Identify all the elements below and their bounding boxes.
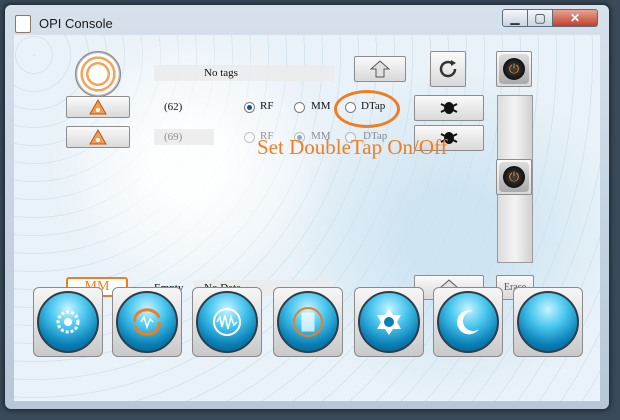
waveform-button[interactable] <box>192 287 262 357</box>
power-icon: ⏻ <box>503 58 525 80</box>
tag-field <box>154 65 334 81</box>
row1-label-rf: RF <box>260 100 274 112</box>
sleep-icon <box>457 310 479 335</box>
bug-button-1[interactable] <box>414 95 484 121</box>
minimize-button[interactable]: ▁ <box>502 9 528 27</box>
bug-icon <box>440 102 458 114</box>
power-button-top[interactable]: ⏻ <box>496 51 532 87</box>
tag-text: No tags <box>204 67 238 79</box>
window-title: OPI Console <box>39 16 113 31</box>
arrow-up-icon <box>370 60 390 78</box>
power-icon: ⏻ <box>503 166 525 188</box>
gear-icon <box>56 310 80 334</box>
row1-radio-rf[interactable] <box>244 102 255 113</box>
sync-icon <box>133 308 161 336</box>
warning-icon <box>89 99 107 115</box>
refresh-icon <box>439 60 457 78</box>
settings-button[interactable] <box>354 287 424 357</box>
row2-radio-rf[interactable] <box>244 132 255 143</box>
close-button[interactable]: ✕ <box>552 9 598 27</box>
title-bar[interactable]: OPI Console ▁ ▢ ✕ <box>5 5 609 35</box>
refresh-button[interactable] <box>430 51 466 87</box>
blank-orb-icon <box>517 291 579 353</box>
annotation-text: Set DoubleTap On/Off <box>257 135 448 159</box>
sleep-button[interactable] <box>433 287 503 357</box>
warning-button-1[interactable] <box>66 96 130 118</box>
waveform-icon <box>213 308 241 336</box>
settings-icon <box>377 309 401 335</box>
maximize-button[interactable]: ▢ <box>527 9 553 27</box>
document-button[interactable] <box>273 287 343 357</box>
app-icon <box>15 15 31 33</box>
app-window: OPI Console ▁ ▢ ✕ No tags ⏻ ⏻ (62) RF MM <box>4 4 610 410</box>
gear-button[interactable] <box>33 287 103 357</box>
power-button-slider[interactable]: ⏻ <box>496 159 532 195</box>
row2-count: (69) <box>164 131 183 143</box>
warning-icon <box>89 129 107 145</box>
blank-orb-button[interactable] <box>513 287 583 357</box>
document-icon <box>293 307 323 337</box>
upload-button[interactable] <box>354 56 406 82</box>
row2-count-field <box>154 129 214 145</box>
highlight-circle <box>334 90 400 128</box>
row1-count: (62) <box>164 101 183 113</box>
sync-button[interactable] <box>112 287 182 357</box>
row1-label-mm: MM <box>311 100 331 112</box>
brand-logo-icon <box>75 51 121 97</box>
row1-radio-mm[interactable] <box>294 102 305 113</box>
warning-button-2[interactable] <box>66 126 130 148</box>
